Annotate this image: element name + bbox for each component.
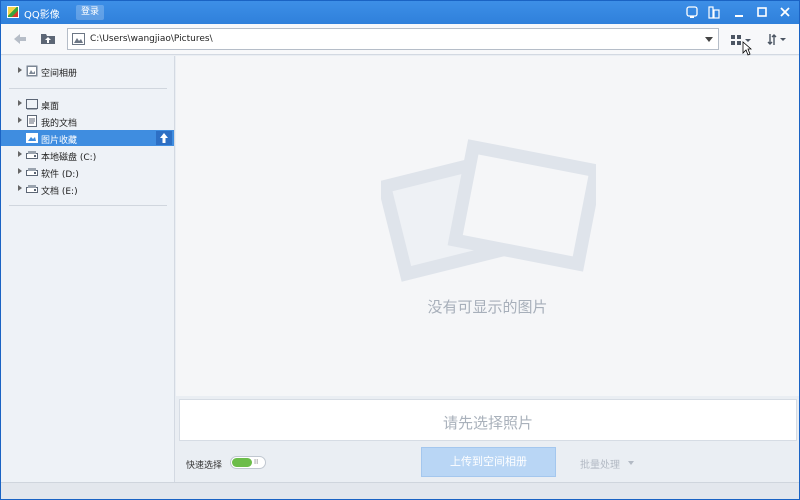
address-bar[interactable]: C:\Users\wangjiao\Pictures\ [67,28,719,50]
quick-select-label: 快速选择 [186,461,223,471]
sidebar-item-drive-c[interactable]: 本地磁盘 (C:) [1,147,174,163]
sidebar-item-documents[interactable]: 我的文档 [1,113,174,129]
sidebar-item-label: 桌面 [41,102,60,112]
upload-arrow-icon[interactable] [156,131,172,145]
drive-icon [26,149,38,161]
picture-folder-icon [72,33,85,45]
toolbar: C:\Users\wangjiao\Pictures\ [1,24,799,55]
documents-icon [26,115,38,127]
sidebar-item-cloud-album[interactable]: 空间相册 [1,63,174,79]
empty-photos-icon [381,139,596,282]
sidebar-item-label: 空间相册 [41,69,78,79]
photo-grid: 没有可显示的图片 [176,56,799,396]
drive-icon [26,166,38,178]
toggle-grip-icon: II [254,458,259,466]
chevron-right-icon[interactable] [18,168,22,174]
status-bar [1,482,799,499]
sidebar-item-pictures[interactable]: 图片收藏 [1,130,174,146]
title-bar[interactable]: QQ影像 登录 [1,1,799,24]
chevron-right-icon[interactable] [18,185,22,191]
login-button[interactable]: 登录 [76,5,104,20]
selection-hint-panel: 请先选择照片 [179,399,797,441]
close-icon[interactable] [776,4,794,21]
sort-icon[interactable] [766,31,788,48]
skin-icon[interactable] [683,4,701,21]
app-window: QQ影像 登录 C:\Users\wangjiao\Pictures\ 空间相册… [0,0,800,500]
sidebar-item-label: 本地磁盘 (C:) [41,153,97,163]
back-arrow-icon[interactable] [12,32,28,46]
sidebar-item-drive-d[interactable]: 软件 (D:) [1,164,174,180]
chevron-right-icon[interactable] [18,151,22,157]
app-title: QQ影像 [24,10,60,21]
sidebar-item-label: 文档 (E:) [41,187,78,197]
toggle-knob [232,458,252,467]
address-path[interactable]: C:\Users\wangjiao\Pictures\ [90,34,213,44]
selection-hint-text: 请先选择照片 [442,414,533,432]
empty-state-text: 没有可显示的图片 [427,298,548,316]
up-folder-icon[interactable] [40,30,56,46]
mouse-cursor-icon [742,41,752,56]
batch-process-button[interactable]: 批量处理 [580,456,620,471]
minimize-icon[interactable] [730,4,748,21]
maximize-icon[interactable] [753,4,771,21]
sidebar-item-label: 软件 (D:) [41,170,79,180]
drive-icon [26,183,38,195]
divider [9,88,167,89]
chevron-right-icon[interactable] [18,117,22,123]
pictures-icon [26,132,38,144]
sidebar-item-label: 图片收藏 [41,136,78,146]
divider [9,205,167,206]
mini-mode-icon[interactable] [705,4,723,21]
desktop-icon [26,98,38,110]
sidebar: 空间相册 桌面 我的文档 图片收藏 本地磁盘 (C:) 软件 (D:) 文档 (… [1,56,175,482]
chevron-down-icon[interactable] [628,461,634,465]
chevron-right-icon[interactable] [18,67,22,73]
chevron-down-icon[interactable] [705,37,713,42]
quick-select-toggle[interactable]: II [230,456,266,469]
sidebar-item-drive-e[interactable]: 文档 (E:) [1,181,174,197]
app-logo-icon [7,6,19,18]
sidebar-item-desktop[interactable]: 桌面 [1,96,174,112]
sidebar-item-label: 我的文档 [41,119,78,129]
cloud-album-icon [26,65,38,77]
chevron-right-icon[interactable] [18,100,22,106]
upload-to-album-button[interactable]: 上传到空间相册 [421,447,556,477]
